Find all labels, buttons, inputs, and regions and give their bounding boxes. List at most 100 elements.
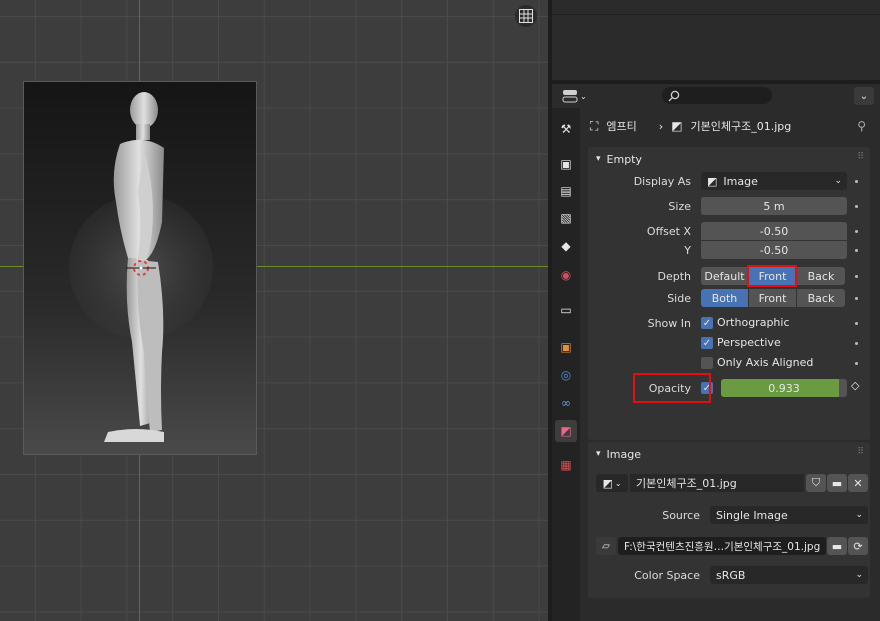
physics-icon: ◎ <box>560 368 572 382</box>
offset-x-field[interactable]: -0.50 <box>701 222 847 240</box>
tab-view-layer[interactable]: ▧ <box>555 207 577 229</box>
chevron-down-icon: ▾ <box>596 154 601 164</box>
chevron-down-icon: ⌄ <box>855 570 863 580</box>
highlight-box <box>747 265 797 287</box>
open-image-button[interactable]: ▬ <box>827 474 847 492</box>
tab-texture[interactable]: ▦ <box>555 454 577 476</box>
orthographic-checkbox[interactable]: ✓ <box>701 317 713 329</box>
keyframe-dot[interactable] <box>855 275 858 278</box>
side-label: Side <box>667 292 691 305</box>
breadcrumb-object: 엠프티 <box>606 120 637 133</box>
search-icon <box>668 90 680 101</box>
image-data-icon: ◩ <box>560 424 572 438</box>
breadcrumb-data: 기본인체구조_01.jpg <box>690 120 792 133</box>
display-as-value: Image <box>723 174 758 188</box>
keyframe-dot[interactable] <box>855 297 858 300</box>
filepath-field[interactable]: F:\한국컨텐츠진흥원…기본인체구조_01.jpg <box>618 537 826 555</box>
only-axis-aligned-checkbox[interactable] <box>701 357 713 369</box>
outliner-area <box>552 0 880 80</box>
depth-label: Depth <box>657 270 691 283</box>
depth-back-button[interactable]: Back <box>797 267 845 285</box>
image-name-field[interactable]: 기본인체구조_01.jpg <box>630 474 804 492</box>
side-back-button[interactable]: Back <box>797 289 845 307</box>
keyframe-dot[interactable] <box>855 322 858 325</box>
reload-image-button[interactable]: ⟳ <box>848 537 868 555</box>
fake-user-button[interactable]: ⛉ <box>806 474 826 492</box>
tab-collection[interactable]: ▭ <box>555 299 577 321</box>
panel-title: Image <box>606 447 641 461</box>
tab-constraints[interactable]: ∞ <box>555 392 577 414</box>
properties-header: ⌄ ⌄ <box>552 84 880 108</box>
offset-x-label: Offset X <box>646 225 691 238</box>
source-dropdown[interactable]: Single Image ⌄ <box>710 506 868 524</box>
package-icon: ▱ <box>602 540 610 552</box>
image-browse-button[interactable]: ◩ ⌄ <box>596 474 628 492</box>
chevron-down-icon: ⌄ <box>614 478 622 488</box>
reference-image-empty[interactable] <box>23 81 257 455</box>
display-as-label: Display As <box>633 175 691 188</box>
drag-handle-icon[interactable]: ⠿ <box>857 447 864 457</box>
perspective-checkbox[interactable]: ✓ <box>701 337 713 349</box>
pin-icon[interactable]: ⚲ <box>857 119 866 133</box>
keyframe-diamond-icon[interactable]: ◇ <box>851 379 859 392</box>
image-panel: ▾ Image ⠿ ◩ ⌄ 기본인체구조_01.jpg ⛉ ▬ ✕ Source… <box>588 442 870 598</box>
source-value: Single Image <box>716 508 788 522</box>
color-space-dropdown[interactable]: sRGB ⌄ <box>710 566 868 584</box>
options-dropdown-button[interactable]: ⌄ <box>854 87 874 105</box>
empty-panel: ▾ Empty ⠿ Display As ◩ Image ⌄ Size 5 m … <box>588 147 870 440</box>
opacity-slider[interactable]: 0.933 <box>721 379 847 397</box>
tab-scene[interactable]: ◆ <box>555 235 577 257</box>
image-icon: ◩ <box>602 476 613 490</box>
keyframe-dot[interactable] <box>855 249 858 252</box>
drag-handle-icon[interactable]: ⠿ <box>857 152 864 162</box>
keyframe-dot[interactable] <box>855 180 858 183</box>
search-input[interactable] <box>662 87 772 104</box>
browse-file-button[interactable]: ▬ <box>827 537 847 555</box>
keyframe-dot[interactable] <box>855 230 858 233</box>
view-layer-icon: ▧ <box>560 211 572 225</box>
keyframe-dot[interactable] <box>855 342 858 345</box>
check-icon: ✓ <box>702 337 712 349</box>
properties-tabs: ⚒ ▣ ▤ ▧ ◆ ◉ ▭ ▣ ◎ ∞ ◩ ▦ <box>552 108 580 621</box>
grid-icon <box>519 9 533 23</box>
panel-title: Empty <box>606 152 643 166</box>
tab-render[interactable]: ▣ <box>555 153 577 175</box>
collection-icon: ▭ <box>560 303 572 317</box>
offset-y-field[interactable]: -0.50 <box>701 241 847 259</box>
show-in-label: Show In <box>647 317 691 330</box>
keyframe-dot[interactable] <box>855 205 858 208</box>
breadcrumb: ⛶ 엠프티 › ◩ 기본인체구조_01.jpg ⚲ <box>590 118 870 134</box>
side-front-button[interactable]: Front <box>749 289 796 307</box>
close-icon: ✕ <box>853 476 863 490</box>
only-axis-aligned-label: Only Axis Aligned <box>717 356 814 369</box>
check-icon: ✓ <box>702 317 712 329</box>
source-label: Source <box>662 509 700 522</box>
tab-object-data[interactable]: ◩ <box>555 420 577 442</box>
chevron-down-icon: ▾ <box>596 449 601 459</box>
empty-object-icon: ⛶ <box>590 118 599 133</box>
editor-type-button[interactable]: ⌄ <box>562 87 590 105</box>
3d-viewport[interactable] <box>0 0 548 621</box>
size-field[interactable]: 5 m <box>701 197 847 215</box>
opacity-value: 0.933 <box>768 381 800 395</box>
tab-output[interactable]: ▤ <box>555 180 577 202</box>
object-icon: ▣ <box>560 340 572 354</box>
keyframe-dot[interactable] <box>855 362 858 365</box>
display-as-dropdown[interactable]: ◩ Image ⌄ <box>701 172 847 190</box>
pack-image-button[interactable]: ▱ <box>596 537 616 555</box>
unlink-image-button[interactable]: ✕ <box>848 474 868 492</box>
orthographic-label: Orthographic <box>717 316 790 329</box>
constraint-icon: ∞ <box>561 396 571 410</box>
depth-default-button[interactable]: Default <box>701 267 748 285</box>
reload-icon: ⟳ <box>853 539 863 553</box>
tab-physics[interactable]: ◎ <box>555 364 577 386</box>
tab-tool[interactable]: ⚒ <box>555 118 577 140</box>
side-both-button[interactable]: Both <box>701 289 748 307</box>
tab-object[interactable]: ▣ <box>555 336 577 358</box>
toggle-grid-button[interactable] <box>515 5 537 27</box>
tab-world[interactable]: ◉ <box>555 264 577 286</box>
image-panel-header[interactable]: ▾ Image <box>596 442 641 466</box>
output-icon: ▤ <box>560 184 572 198</box>
breadcrumb-separator: › <box>658 119 664 133</box>
empty-panel-header[interactable]: ▾ Empty <box>596 147 642 171</box>
